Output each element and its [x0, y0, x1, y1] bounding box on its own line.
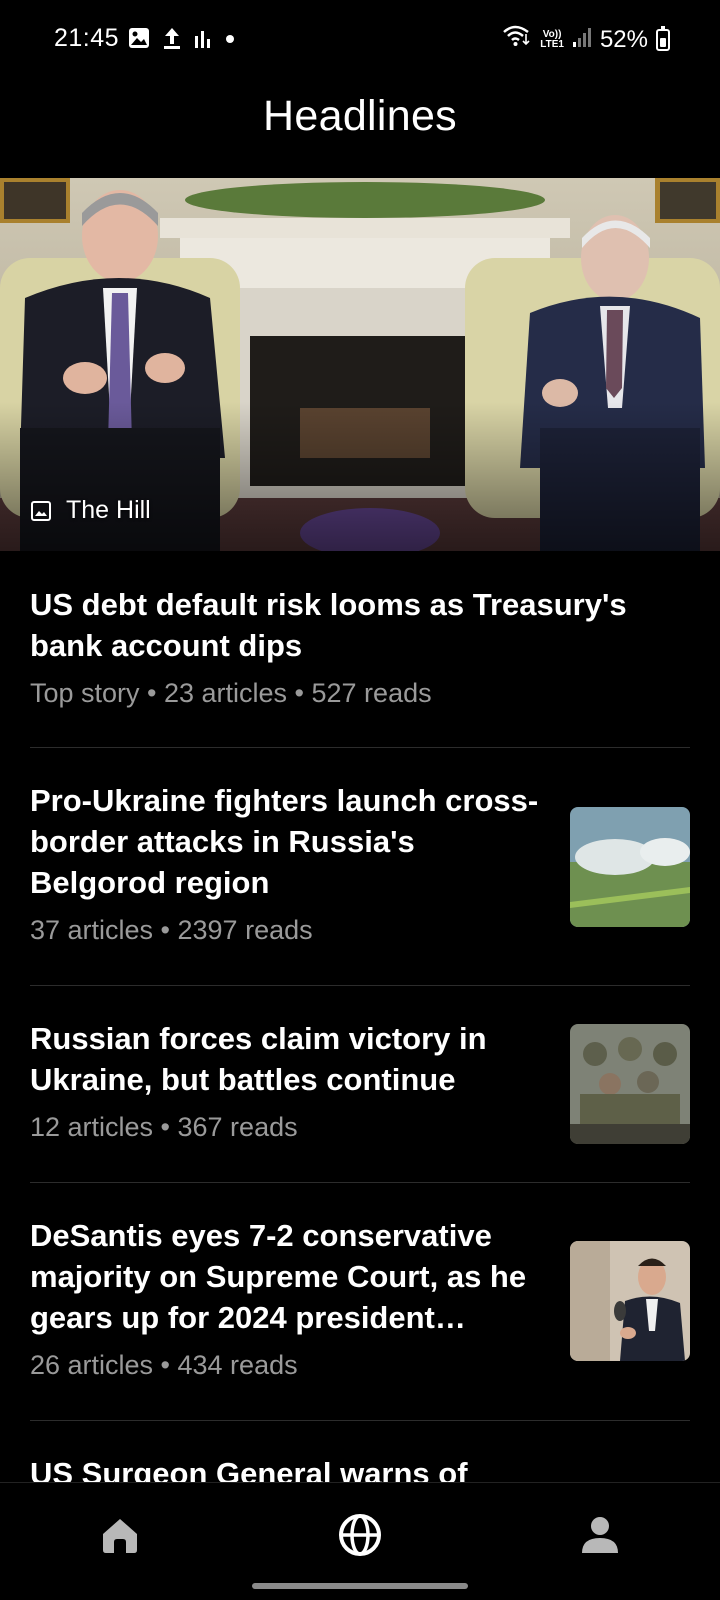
- nav-headlines[interactable]: [330, 1505, 390, 1565]
- volte-label: Vo)): [542, 28, 562, 40]
- image-icon: [30, 500, 52, 522]
- story-thumbnail[interactable]: [570, 807, 690, 927]
- home-icon: [103, 1519, 137, 1553]
- nav-home[interactable]: [90, 1505, 150, 1565]
- gesture-home-indicator[interactable]: [252, 1583, 468, 1589]
- status-time: 21:45: [54, 24, 120, 52]
- gallery-icon: [128, 27, 150, 54]
- story-title: Russian forces claim victory in Ukraine,…: [30, 1021, 487, 1097]
- divider: [30, 1182, 690, 1183]
- battery-icon: [656, 25, 670, 51]
- story-item[interactable]: Pro-Ukraine fighters launch cross-border…: [30, 780, 550, 946]
- divider: [30, 747, 690, 748]
- story-title: US debt default risk looms as Treasury's…: [30, 587, 627, 663]
- story-item[interactable]: Russian forces claim victory in Ukraine,…: [30, 1018, 550, 1143]
- globe-icon: [339, 1514, 381, 1556]
- status-notification-icons: [128, 26, 236, 55]
- thumbnail-image: [570, 1024, 690, 1144]
- story-meta: 26 articles • 434 reads: [30, 1350, 298, 1380]
- story-title: DeSantis eyes 7-2 conservative majority …: [30, 1218, 527, 1335]
- thumbnail-image: [570, 1241, 690, 1361]
- page-title: Headlines: [263, 92, 457, 140]
- thumbnail-image: [570, 807, 690, 927]
- status-system-icons: Vo)) LTE1 52%: [502, 24, 670, 55]
- hero-source: The Hill: [30, 496, 151, 525]
- story-item[interactable]: DeSantis eyes 7-2 conservative majority …: [30, 1215, 550, 1381]
- hero-story-image[interactable]: The Hill: [0, 178, 720, 551]
- story-thumbnail[interactable]: [570, 1024, 690, 1144]
- signal-bars-icon: [194, 28, 212, 53]
- person-icon: [582, 1517, 618, 1553]
- story-meta: Top story • 23 articles • 527 reads: [30, 678, 432, 708]
- status-bar: 21:45 Vo)) LTE1 52%: [0, 0, 720, 80]
- upload-icon: [162, 26, 182, 55]
- dot-icon: [224, 32, 236, 50]
- story-meta: 12 articles • 367 reads: [30, 1112, 298, 1142]
- battery-percent: 52%: [599, 25, 648, 53]
- divider: [30, 1420, 690, 1421]
- story-item[interactable]: US debt default risk looms as Treasury's…: [30, 584, 690, 709]
- story-meta: 37 articles • 2397 reads: [30, 915, 313, 945]
- network-label: LTE1: [540, 38, 564, 50]
- volte-icon: Vo)) LTE1: [540, 28, 564, 50]
- wifi-icon: [502, 24, 532, 55]
- nav-profile[interactable]: [570, 1505, 630, 1565]
- story-title: Pro-Ukraine fighters launch cross-border…: [30, 783, 539, 900]
- divider: [30, 985, 690, 986]
- cell-signal-icon: [572, 26, 592, 54]
- story-thumbnail[interactable]: [570, 1241, 690, 1361]
- hero-source-label: The Hill: [66, 496, 151, 524]
